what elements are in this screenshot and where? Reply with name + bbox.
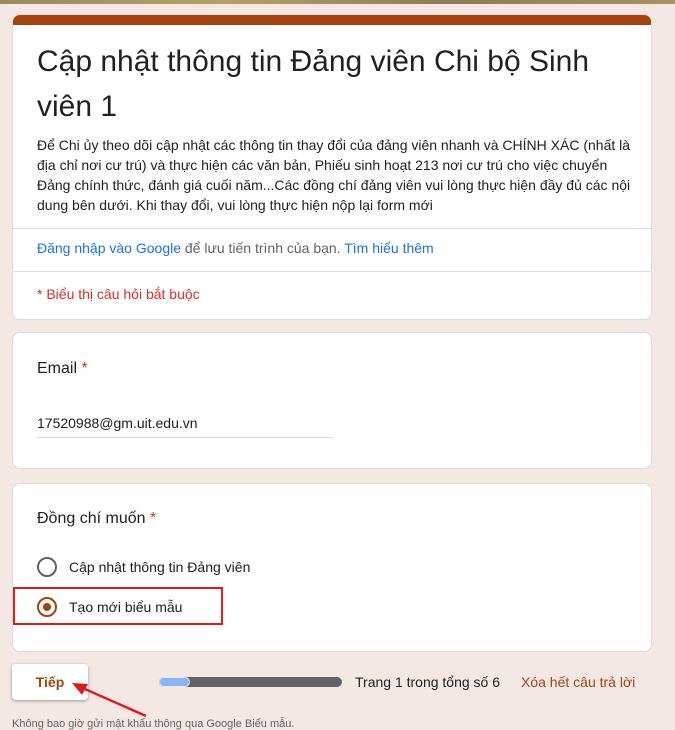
required-note: * Biểu thị câu hỏi bắt buộc xyxy=(37,286,200,302)
form-title: Cập nhật thông tin Đảng viên Chi bộ Sinh… xyxy=(37,45,590,123)
clear-form-button[interactable]: Xóa hết câu trả lời xyxy=(521,674,635,690)
page-count: Trang 1 trong tổng số 6 xyxy=(355,674,501,690)
progress-bar xyxy=(159,677,342,687)
accent-bar xyxy=(13,15,651,25)
learn-more-link[interactable]: Tìm hiểu thêm xyxy=(344,240,433,256)
choice-question-card: Đồng chí muốn * Cập nhật thông tin Đảng … xyxy=(12,483,652,652)
progress-bar-fill xyxy=(159,677,190,687)
email-question-label: Email * xyxy=(37,360,88,378)
divider xyxy=(13,228,651,229)
email-field[interactable]: 17520988@gm.uit.edu.vn xyxy=(37,415,333,438)
email-label-text: Email xyxy=(37,360,78,377)
radio-option-update[interactable]: Cập nhật thông tin Đảng viên xyxy=(37,557,250,577)
required-star: * xyxy=(81,360,88,377)
required-star: * xyxy=(149,510,157,527)
signin-link[interactable]: Đăng nhập vào Google xyxy=(37,240,181,256)
form-header-card: Cập nhật thông tin Đảng viên Chi bộ Sinh… xyxy=(12,14,652,320)
signin-text: để lưu tiến trình của bạn. xyxy=(181,240,345,256)
header-image-strip xyxy=(0,0,675,4)
choice-label-text: Đồng chí muốn xyxy=(37,510,146,527)
footer-note: Không bao giờ gửi mật khẩu thông qua Goo… xyxy=(12,718,295,730)
highlight-annotation-box xyxy=(13,587,223,625)
choice-question-label: Đồng chí muốn * xyxy=(37,510,156,528)
radio-option-label: Cập nhật thông tin Đảng viên xyxy=(69,559,251,575)
radio-button[interactable] xyxy=(37,557,57,577)
signin-prompt: Đăng nhập vào Google để lưu tiến trình c… xyxy=(37,240,434,256)
form-description: Để Chi ủy theo dõi cập nhật các thông ti… xyxy=(37,137,631,213)
divider xyxy=(13,271,651,272)
arrow-annotation-icon xyxy=(72,683,147,718)
email-question-card: Email * 17520988@gm.uit.edu.vn xyxy=(12,332,652,469)
